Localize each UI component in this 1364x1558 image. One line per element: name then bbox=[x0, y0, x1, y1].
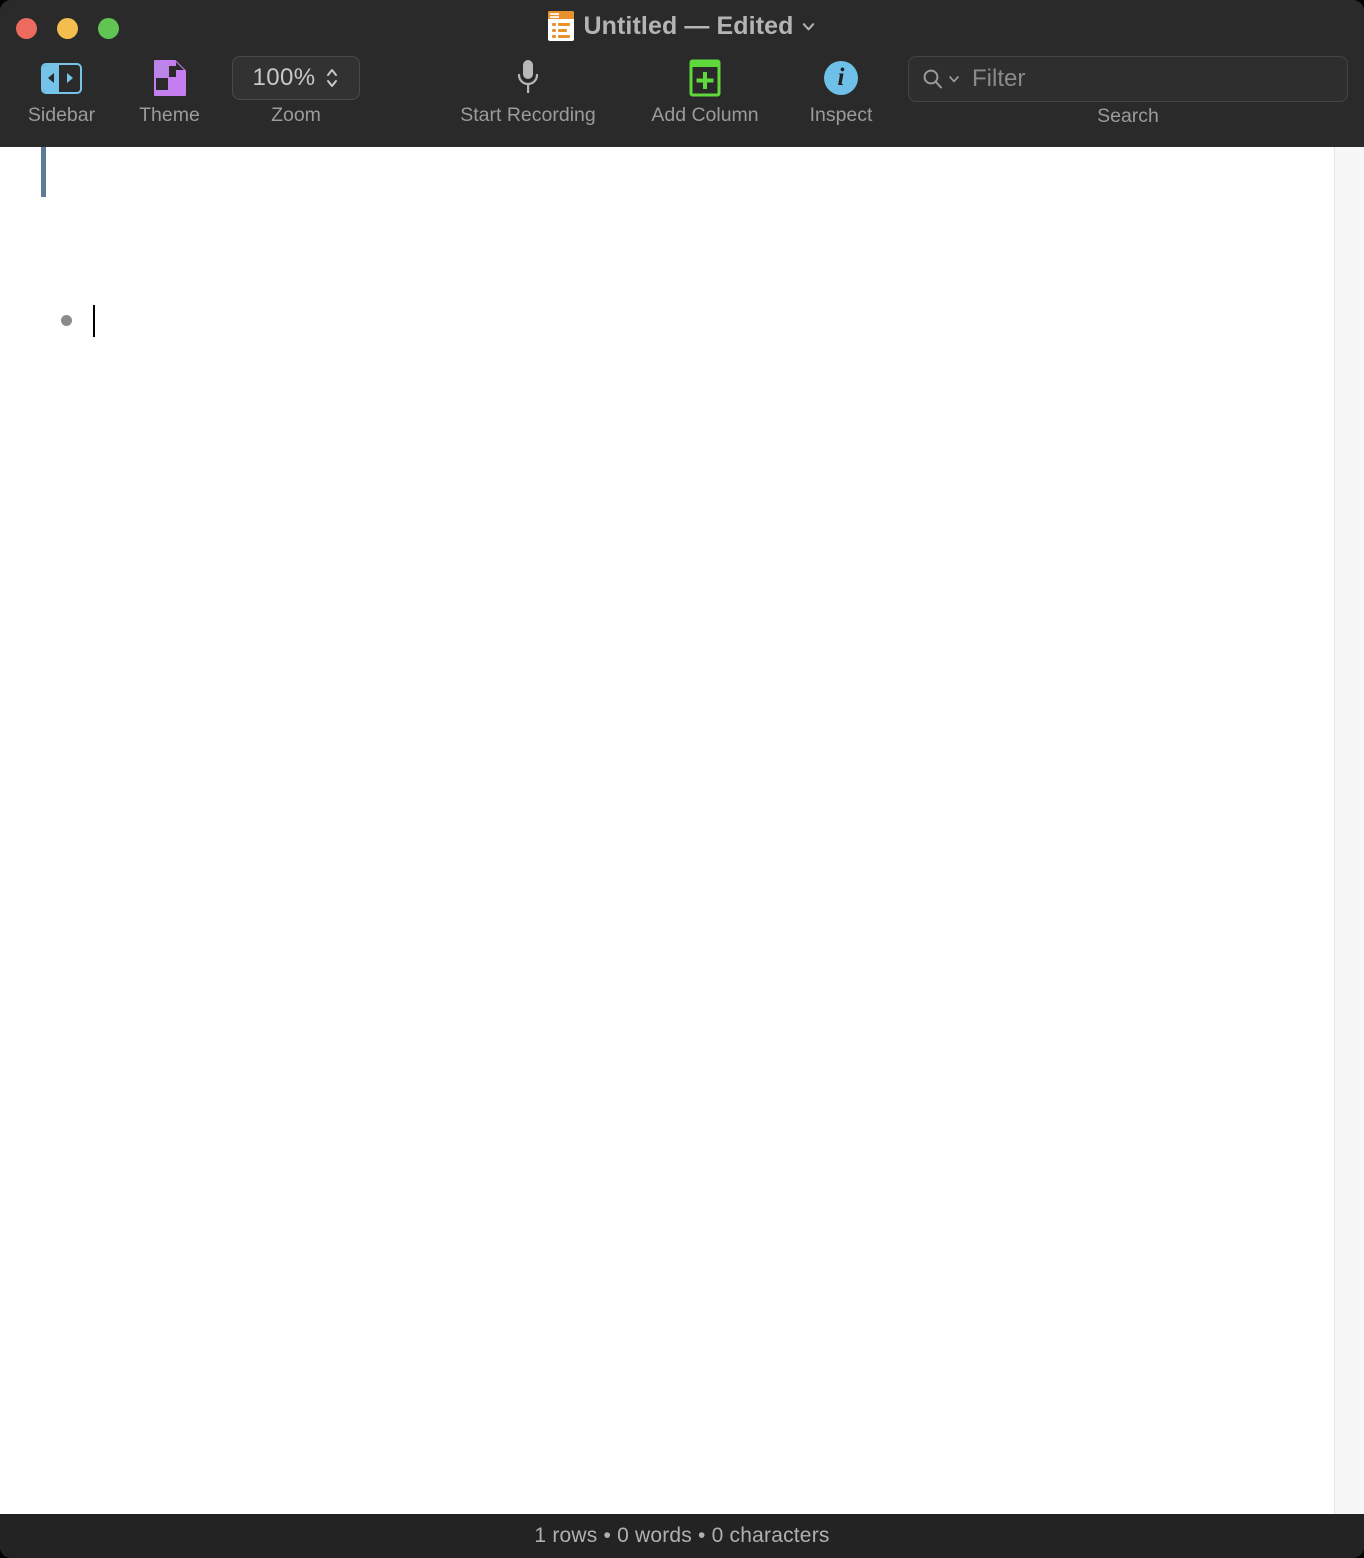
chevron-down-icon[interactable] bbox=[801, 19, 816, 34]
add-column-label: Add Column bbox=[651, 104, 759, 126]
text-caret bbox=[93, 305, 95, 337]
zoom-value: 100% bbox=[252, 64, 316, 91]
chevron-down-icon[interactable] bbox=[948, 73, 960, 85]
search-field[interactable] bbox=[908, 56, 1348, 102]
status-counts: 1 rows • 0 words • 0 characters bbox=[534, 1524, 830, 1547]
maximize-button[interactable] bbox=[98, 18, 119, 39]
zoom-label: Zoom bbox=[271, 104, 321, 126]
window-title-group: Untitled — Edited bbox=[0, 0, 1364, 52]
search-group: Search bbox=[908, 52, 1348, 127]
window-title: Untitled — Edited bbox=[583, 11, 794, 40]
toolbar: Sidebar Theme 100% Zoom Start Recording … bbox=[0, 52, 1364, 147]
app-window: Untitled — Edited Sidebar Theme 100% Zoo… bbox=[0, 0, 1364, 1558]
list-item-bullet bbox=[61, 315, 72, 326]
theme-label: Theme bbox=[139, 104, 200, 126]
inspect-button[interactable]: i Inspect bbox=[780, 52, 902, 126]
sidebar-toggle-button[interactable]: Sidebar bbox=[14, 52, 109, 126]
inspect-label: Inspect bbox=[809, 104, 873, 126]
add-column-button[interactable]: Add Column bbox=[634, 52, 776, 126]
zoom-control[interactable]: 100% Zoom bbox=[231, 52, 361, 126]
theme-button[interactable]: Theme bbox=[122, 52, 217, 126]
microphone-icon bbox=[515, 52, 541, 104]
stepper-icon[interactable] bbox=[325, 65, 339, 91]
close-button[interactable] bbox=[16, 18, 37, 39]
status-bar: 1 rows • 0 words • 0 characters bbox=[0, 1514, 1364, 1558]
traffic-lights bbox=[16, 18, 119, 39]
search-input[interactable] bbox=[966, 65, 1335, 93]
minimize-button[interactable] bbox=[57, 18, 78, 39]
indent-guide bbox=[41, 147, 46, 197]
sidebar-toggle-label: Sidebar bbox=[27, 104, 96, 126]
theme-document-icon bbox=[153, 52, 187, 104]
start-recording-label: Start Recording bbox=[460, 104, 596, 126]
title-bar: Untitled — Edited bbox=[0, 0, 1364, 52]
add-column-icon bbox=[689, 52, 721, 104]
sidebar-toggle-icon bbox=[41, 52, 82, 104]
zoom-stepper-field[interactable]: 100% bbox=[232, 52, 360, 104]
info-circle-icon: i bbox=[824, 52, 858, 104]
document-canvas[interactable] bbox=[0, 147, 1364, 1514]
search-icon[interactable] bbox=[921, 67, 945, 91]
search-label: Search bbox=[1097, 105, 1159, 127]
vertical-scrollbar[interactable] bbox=[1335, 147, 1364, 1514]
document-outline-icon bbox=[548, 11, 575, 41]
start-recording-button[interactable]: Start Recording bbox=[420, 52, 636, 126]
